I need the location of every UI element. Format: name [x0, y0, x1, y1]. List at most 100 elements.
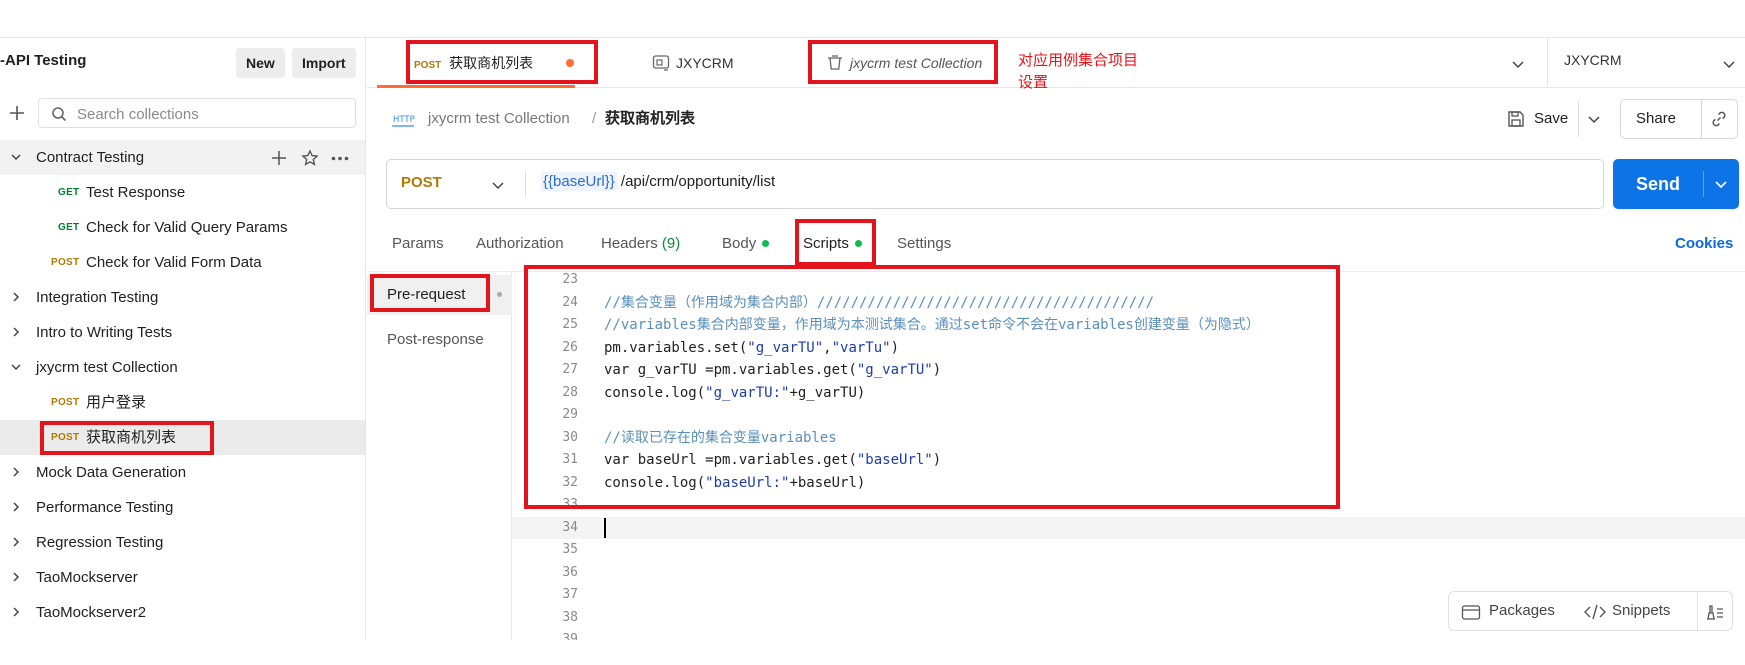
collection-mock-data-generation[interactable]: Mock Data Generation: [0, 455, 365, 490]
collection-intro-to-writing-tests[interactable]: Intro to Writing Tests: [0, 315, 365, 350]
code-text: //集合变量（作用域为集合内部）////////////////////////…: [604, 294, 1155, 311]
chevron-down-icon[interactable]: [10, 361, 22, 373]
collection-performance-testing[interactable]: Performance Testing: [0, 490, 365, 525]
code-string: "baseUrl": [856, 452, 933, 468]
search-input[interactable]: [77, 104, 347, 124]
url-input[interactable]: {{baseUrl}} /api/crm/opportunity/list: [541, 172, 775, 191]
code-editor[interactable]: 23 24 //集合变量（作用域为集合内部）///////////////////…: [512, 272, 1745, 640]
sidebar: -API Testing New Import Contract Testing…: [0, 38, 366, 640]
chevron-down-icon[interactable]: [10, 151, 22, 163]
code-string: "varTu": [831, 339, 891, 356]
more-options-icon[interactable]: [331, 156, 349, 161]
code-token: ): [890, 339, 900, 356]
collection-contract-testing[interactable]: Contract Testing: [0, 140, 365, 175]
code-line: 36: [512, 562, 1745, 585]
request-item[interactable]: POST 用户登录: [0, 385, 365, 420]
collection-label: jxycrm test Collection: [36, 359, 178, 376]
headers-count: (9): [661, 235, 681, 252]
divider: [525, 170, 526, 198]
collection-jxycrm-test[interactable]: jxycrm test Collection: [0, 350, 365, 385]
tab-body[interactable]: Body: [722, 230, 770, 258]
code-token: pm.variables.set(: [604, 339, 748, 356]
collection-integration-testing[interactable]: Integration Testing: [0, 280, 365, 315]
code-icon: [1583, 603, 1607, 621]
line-number: 39: [562, 632, 578, 640]
cookies-link[interactable]: Cookies: [1675, 230, 1733, 258]
divider: [1703, 171, 1704, 197]
chevron-down-icon[interactable]: [1587, 112, 1601, 126]
tab-headers-label: Headers: [601, 235, 658, 252]
collection-regression-testing[interactable]: Regression Testing: [0, 525, 365, 560]
chevron-right-icon[interactable]: [10, 571, 22, 583]
request-item[interactable]: GET Check for Valid Query Params: [0, 210, 365, 245]
code-line: 29: [512, 404, 1745, 427]
chevron-right-icon[interactable]: [10, 501, 22, 513]
annotation-text: 对应用例集合项目 设置: [1018, 50, 1138, 94]
plus-icon[interactable]: [271, 150, 287, 166]
import-button[interactable]: Import: [292, 48, 356, 78]
chevron-down-icon[interactable]: [1714, 177, 1728, 191]
unsaved-dot: [566, 59, 574, 67]
send-button[interactable]: Send: [1613, 159, 1703, 209]
chevron-right-icon[interactable]: [10, 291, 22, 303]
workspace-title: -API Testing: [0, 52, 87, 69]
collection-taomockserver[interactable]: TaoMockserver: [0, 560, 365, 595]
tab-authorization[interactable]: Authorization: [476, 230, 564, 258]
tab-pre-request[interactable]: Pre-request: [367, 275, 512, 315]
line-number: 23: [562, 272, 578, 287]
collection-taomockserver2[interactable]: TaoMockserver2: [0, 595, 365, 630]
save-button[interactable]: Save: [1534, 101, 1568, 137]
tab-post-response[interactable]: Post-response: [367, 320, 512, 360]
chevron-right-icon[interactable]: [10, 536, 22, 548]
code-line: 33: [512, 494, 1745, 508]
code-line: 31 var baseUrl =pm.variables.get("baseUrl…: [512, 449, 1745, 472]
clean-icon[interactable]: [1705, 603, 1725, 621]
tab-collection[interactable]: jxycrm test Collection: [826, 38, 982, 88]
line-number: 36: [562, 564, 578, 580]
request-item[interactable]: POST Check for Valid Form Data: [0, 245, 365, 280]
chevron-down-icon[interactable]: [1511, 57, 1525, 71]
chevron-right-icon[interactable]: [10, 606, 22, 618]
code-string: "baseUrl:": [705, 474, 790, 491]
code-string: "g_varTU": [856, 362, 933, 378]
packages-button[interactable]: Packages: [1489, 592, 1555, 630]
tab-environment[interactable]: JXYCRM: [652, 38, 734, 88]
code-line: 28 console.log("g_varTU:"+g_varTU): [512, 382, 1745, 405]
method-selector[interactable]: POST: [401, 174, 442, 191]
http-icon: HTTP: [391, 109, 415, 129]
environment-selector[interactable]: JXYCRM: [1564, 52, 1622, 68]
url-bar: POST {{baseUrl}} /api/crm/opportunity/li…: [386, 159, 1604, 209]
add-collection-icon[interactable]: [8, 104, 26, 122]
chevron-right-icon[interactable]: [10, 466, 22, 478]
status-dot: [762, 239, 770, 247]
tab-label: 获取商机列表: [449, 55, 534, 71]
chevron-right-icon[interactable]: [10, 326, 22, 338]
tab-scripts[interactable]: Scripts: [803, 230, 862, 258]
code-text: console.log("baseUrl:"+baseUrl): [604, 472, 865, 495]
request-label: Check for Valid Form Data: [86, 254, 262, 271]
code-line: 26 pm.variables.set("g_varTU","varTu"): [512, 337, 1745, 360]
tab-headers[interactable]: Headers (9): [601, 230, 680, 258]
code-token: ,: [823, 339, 832, 356]
tab-params[interactable]: Params: [392, 230, 444, 258]
tab-settings[interactable]: Settings: [897, 230, 951, 258]
snippets-button[interactable]: Snippets: [1612, 592, 1670, 630]
star-icon[interactable]: [301, 149, 319, 167]
share-button[interactable]: Share: [1636, 101, 1676, 137]
request-item[interactable]: GET Test Response: [0, 175, 365, 210]
line-number: 32: [562, 474, 578, 490]
method-badge: GET: [58, 222, 80, 233]
tab-request[interactable]: POST 获取商机列表: [414, 38, 533, 88]
line-number: 31: [562, 452, 578, 467]
collection-label: Intro to Writing Tests: [36, 324, 173, 341]
link-icon[interactable]: [1710, 110, 1728, 128]
code-line: 30 //读取已存在的集合变量variables: [512, 427, 1745, 450]
new-button[interactable]: New: [236, 48, 285, 78]
collection-icon: [826, 54, 844, 72]
breadcrumb-collection[interactable]: jxycrm test Collection: [428, 108, 570, 130]
chevron-down-icon[interactable]: [1722, 57, 1736, 71]
request-item-selected[interactable]: POST 获取商机列表: [0, 420, 365, 455]
code-line: 35: [512, 539, 1745, 562]
request-label: 用户登录: [86, 394, 147, 411]
chevron-down-icon[interactable]: [491, 178, 505, 192]
